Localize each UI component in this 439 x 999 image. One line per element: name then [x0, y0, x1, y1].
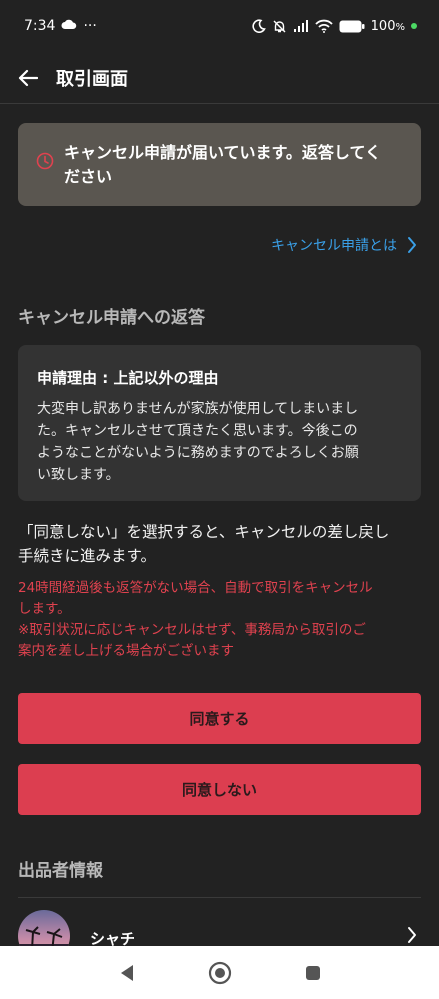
auto-cancel-warning: 24時間経過後も返答がない場合、自動で取引をキャンセル します。 ※取引状況に応… [18, 580, 373, 659]
chevron-right-icon [408, 927, 416, 943]
agree-button[interactable]: 同意する [18, 693, 421, 744]
disagree-notice: 「同意しない」を選択すると、キャンセルの差し戻し 手続きに進みます。 [18, 523, 390, 565]
moon-icon [252, 19, 266, 33]
seller-row[interactable]: シャチ [18, 908, 421, 948]
reason-card: 申請理由 : 上記以外の理由 大変申し訳ありませんが家族が使用してしまいまし た… [18, 345, 421, 501]
nav-recents-icon [305, 965, 320, 980]
page-title: 取引画面 [56, 68, 128, 90]
battery-icon [339, 20, 365, 33]
disagree-button[interactable]: 同意しない [18, 764, 421, 815]
cloud-icon [61, 18, 77, 34]
bell-off-icon [272, 19, 287, 34]
battery-level: 100% [370, 18, 405, 34]
status-more: ··· [83, 18, 97, 34]
seller-section-title: 出品者情報 [18, 861, 103, 881]
signal-icon [293, 19, 309, 33]
app-header: 取引画面 [0, 52, 439, 104]
nav-back-icon [120, 964, 133, 981]
response-section-title: キャンセル申請への返答 [18, 308, 205, 328]
avatar [18, 910, 70, 948]
status-right: 100% [252, 19, 417, 34]
back-arrow-icon [18, 69, 38, 86]
clock-icon [36, 152, 54, 174]
wifi-icon [315, 19, 333, 33]
divider [18, 897, 421, 898]
status-left: 7:34 ··· [24, 18, 97, 34]
seller-name: シャチ [90, 930, 136, 948]
cancel-request-help-link[interactable]: キャンセル申請とは [271, 232, 417, 258]
system-nav-bar [0, 946, 439, 999]
help-link-label: キャンセル申請とは [271, 238, 397, 254]
reason-body: 大変申し訳ありませんが家族が使用してしまいまし た。キャンセルさせて頂きたく思い… [37, 401, 359, 483]
alert-text: キャンセル申請が届いています。返答してく ださい [64, 142, 381, 186]
status-bar: 7:34 ··· 100% [0, 0, 439, 52]
nav-home-icon [208, 961, 231, 984]
back-button[interactable] [2, 56, 54, 100]
cancel-request-alert: キャンセル申請が届いています。返答してく ださい [18, 123, 421, 206]
nav-home-button[interactable] [200, 953, 240, 993]
charging-dot [411, 23, 417, 29]
status-time: 7:34 [24, 18, 56, 34]
nav-recents-button[interactable] [293, 953, 333, 993]
reason-title: 申請理由 : 上記以外の理由 [37, 369, 219, 387]
nav-back-button[interactable] [107, 953, 147, 993]
chevron-right-icon [408, 237, 416, 253]
